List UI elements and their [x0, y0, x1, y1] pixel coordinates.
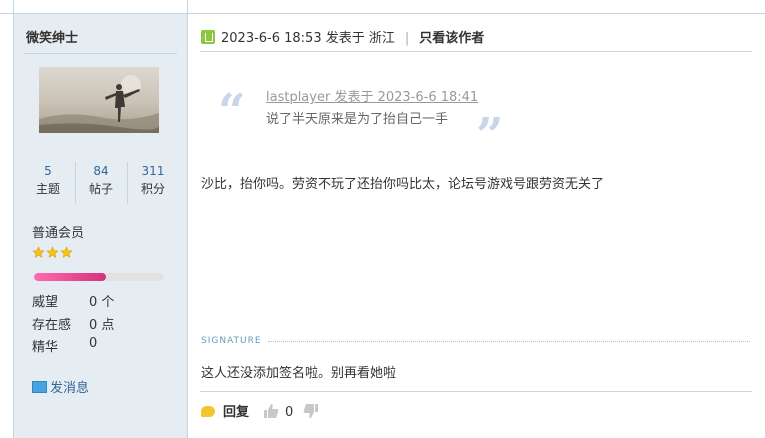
level-progress-fill: [34, 273, 106, 281]
stat-credits[interactable]: 311 积分: [128, 162, 178, 198]
star-icon: [46, 246, 59, 259]
stat-label: 主题: [35, 182, 60, 196]
star-icon: [32, 246, 45, 259]
meta-label: 存在感: [32, 318, 72, 333]
thumbs-up-icon[interactable]: [263, 403, 279, 419]
send-message-link[interactable]: 发消息: [32, 377, 89, 396]
open-quote-icon: “: [218, 84, 246, 140]
stat-value: 5: [44, 164, 52, 178]
meta-prestige: 威望 0 个: [32, 291, 114, 310]
support-count: 0: [285, 405, 294, 420]
meta-label: 精华: [32, 340, 59, 355]
reply-button[interactable]: 回复: [201, 405, 263, 420]
signature-text: 这人还没添加签名啦。别再看她啦: [201, 366, 397, 381]
quote-text: 说了半天原来是为了抬自己一手: [266, 112, 449, 127]
rank-stars: [32, 246, 74, 263]
reply-icon: [201, 406, 215, 417]
top-border: [0, 0, 765, 14]
reply-label: 回复: [223, 405, 250, 420]
meta-value: 0 个: [89, 295, 115, 310]
signature-label: SIGNATURE: [201, 336, 262, 346]
author-sidebar: 微笑绅士 5 主题 84 帖子 311 积分 普通会员 威望 0 个 存在感 0…: [14, 14, 188, 438]
stat-label: 帖子: [88, 182, 113, 196]
thumbs-down-icon[interactable]: [303, 403, 319, 419]
top-divider: [13, 0, 14, 13]
envelope-icon: [32, 381, 47, 393]
meta-label: 威望: [32, 295, 59, 310]
divider: [200, 51, 752, 52]
stat-value: 84: [93, 164, 109, 178]
divider: [200, 391, 752, 392]
stat-threads[interactable]: 5 主题: [23, 162, 73, 198]
divider: [24, 53, 177, 54]
stat-posts[interactable]: 84 帖子: [76, 162, 126, 198]
user-stats: 5 主题 84 帖子 311 积分: [23, 162, 178, 206]
only-author-link[interactable]: 只看该作者: [419, 31, 484, 46]
post-body: 沙比，抬你吗。劳资不玩了还抬你吗比太，论坛号游戏号跟劳资无关了: [201, 177, 605, 192]
post-content: 2023-6-6 18:53 发表于 浙江 | 只看该作者 “ lastplayer…: [188, 14, 765, 438]
post-timestamp: 2023-6-6 18:53 发表于 浙江: [221, 31, 395, 46]
star-icon: [60, 246, 73, 259]
signature-divider: [268, 341, 750, 342]
stat-value: 311: [141, 164, 165, 178]
meta-value: 0: [89, 336, 98, 351]
header-separator: |: [404, 31, 410, 46]
quote-author-link[interactable]: lastplayer 发表于 2023-6-6 18:41: [266, 86, 478, 105]
meta-value: 0 点: [89, 318, 115, 333]
close-quote-icon: ”: [476, 108, 504, 164]
top-divider: [187, 0, 188, 13]
avatar-image: [39, 75, 159, 133]
send-message-label: 发消息: [50, 381, 90, 396]
quote-block: “ lastplayer 发表于 2023-6-6 18:41 说了半天原来是为…: [218, 80, 518, 160]
meta-presence: 存在感 0 点: [32, 314, 114, 333]
online-status-icon: [201, 30, 215, 44]
level-progress-bar: [34, 273, 164, 281]
stat-label: 积分: [140, 182, 165, 196]
post-header: 2023-6-6 18:53 发表于 浙江 | 只看该作者: [201, 27, 484, 47]
post-actions: 回复 0: [201, 401, 319, 423]
meta-digest: 精华 0: [32, 336, 97, 355]
username[interactable]: 微笑绅士: [26, 27, 78, 46]
avatar[interactable]: [39, 67, 159, 133]
user-rank[interactable]: 普通会员: [32, 222, 84, 241]
